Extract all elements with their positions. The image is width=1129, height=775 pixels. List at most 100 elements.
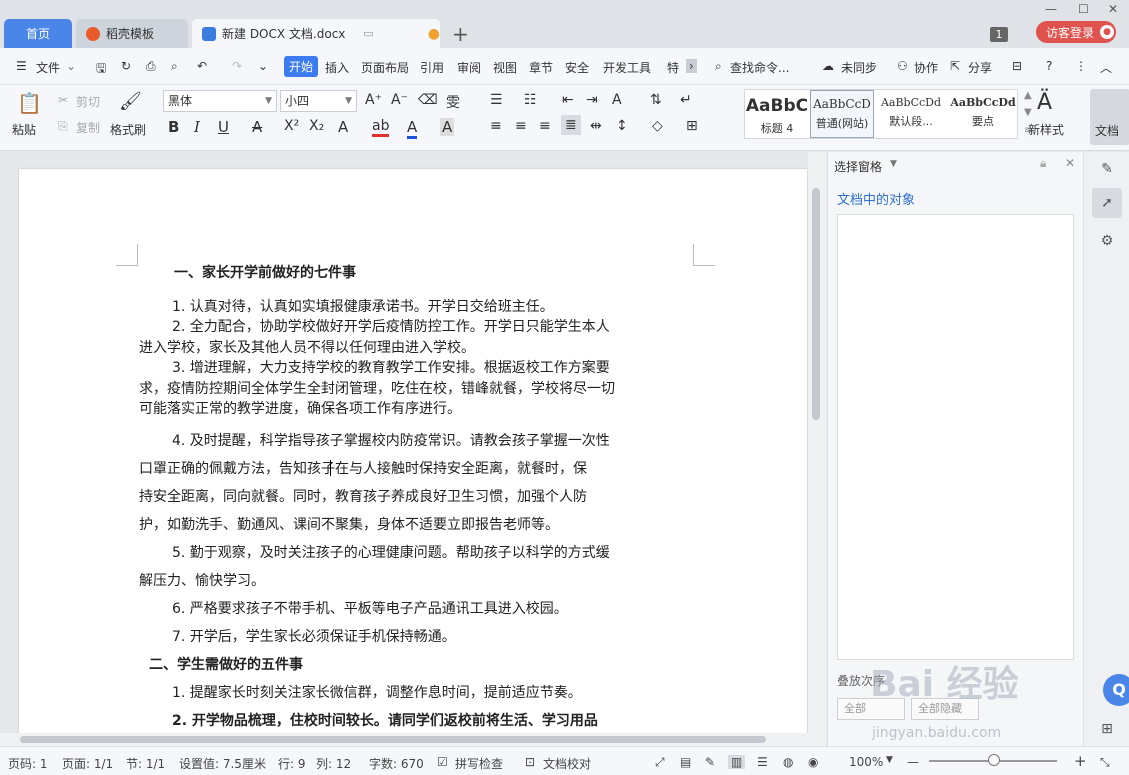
show-marks-icon[interactable]: ↵ xyxy=(680,92,692,108)
status-col[interactable]: 列: 12 xyxy=(316,755,351,772)
copy-button[interactable]: 复制 xyxy=(76,119,100,136)
align-center-icon[interactable]: ≡ xyxy=(515,118,527,134)
new-style-button[interactable]: 新样式 xyxy=(1028,121,1064,138)
menu-reference[interactable]: 引用 xyxy=(420,59,444,76)
collab-button[interactable]: 协作 xyxy=(914,59,938,76)
export-icon[interactable]: ↻ xyxy=(121,59,131,73)
monitor-icon[interactable]: ▭ xyxy=(363,27,373,40)
font-size-select[interactable]: 小四 ▼ xyxy=(280,90,357,112)
format-painter-icon[interactable]: 🖌 xyxy=(119,91,142,112)
edit-pen-icon[interactable]: ✎ xyxy=(1092,154,1122,184)
new-tab-button[interactable]: + xyxy=(452,22,469,46)
menu-developer[interactable]: 开发工具 xyxy=(603,59,651,76)
menu-special[interactable]: 特 xyxy=(667,59,679,76)
fullscreen-icon[interactable]: ⤢ xyxy=(655,755,665,770)
tab-home[interactable]: 首页 xyxy=(4,19,72,48)
horizontal-scroll-thumb[interactable] xyxy=(20,736,766,743)
quick-access-chevron-icon[interactable]: ⌄ xyxy=(258,59,268,73)
eye-protect-icon[interactable]: ◉ xyxy=(808,755,818,769)
menu-insert[interactable]: 插入 xyxy=(325,59,349,76)
status-wordcount[interactable]: 字数: 670 xyxy=(369,755,424,772)
assistant-icon[interactable]: Q xyxy=(1103,674,1129,706)
save-icon[interactable]: 🖫 xyxy=(96,59,106,80)
bullet-list-icon[interactable]: ☰ xyxy=(490,92,503,108)
zoom-level[interactable]: 100% xyxy=(849,755,883,769)
outline-view-icon[interactable]: ☰ xyxy=(757,755,768,769)
hamburger-icon[interactable]: ☰ xyxy=(16,59,27,73)
menu-layout[interactable]: 页面布局 xyxy=(361,59,409,76)
cut-button[interactable]: 剪切 xyxy=(76,93,100,110)
menu-start[interactable]: 开始 xyxy=(284,56,319,77)
tab-document[interactable]: 新建 DOCX 文档.docx ▭ ● xyxy=(192,19,440,48)
menu-security[interactable]: 安全 xyxy=(565,59,589,76)
increase-indent-icon[interactable]: ⇥ xyxy=(586,92,598,108)
styles-up-icon[interactable]: ▲ xyxy=(1024,90,1032,101)
doc-helper-button[interactable]: 文档 xyxy=(1090,89,1129,145)
superscript-icon[interactable]: X² xyxy=(284,118,299,134)
menu-file[interactable]: 文件 xyxy=(36,59,60,76)
objects-list[interactable] xyxy=(837,214,1074,660)
pane-title-chevron-icon[interactable]: ▼ xyxy=(890,159,897,169)
vertical-scroll-thumb[interactable] xyxy=(812,188,820,420)
apps-grid-icon[interactable]: ⊞ xyxy=(1092,714,1122,744)
distribute-icon[interactable]: ⇹ xyxy=(590,118,602,134)
help-icon[interactable]: ? xyxy=(1046,59,1052,73)
web-view-icon[interactable]: ◍ xyxy=(783,755,793,769)
selection-pane-title[interactable]: 选择窗格 xyxy=(834,158,882,175)
copy-icon[interactable]: ⎘ xyxy=(58,119,68,134)
doccheck-button[interactable]: 文档校对 xyxy=(543,755,591,772)
vertical-scrollbar[interactable] xyxy=(808,152,826,746)
status-setting[interactable]: 设置值: 7.5厘米 xyxy=(179,755,266,772)
style-normal-web[interactable]: AaBbCcD 普通(网站) xyxy=(810,90,874,138)
minimize-icon[interactable]: — xyxy=(1045,2,1057,16)
more-icon[interactable]: ⋮ xyxy=(1075,59,1087,73)
italic-icon[interactable]: I xyxy=(194,118,200,136)
menu-review[interactable]: 审阅 xyxy=(457,59,481,76)
sort-icon[interactable]: ⇅ xyxy=(650,92,662,108)
document-page[interactable]: 一、家长开学前做好的七件事 1. 认真对待，认真如实填报健康承诺书。开学日交给班… xyxy=(19,169,807,746)
text-direction-icon[interactable]: A xyxy=(612,92,622,108)
align-left-icon[interactable]: ≡ xyxy=(490,118,502,134)
close-window-icon[interactable]: ✕ xyxy=(1108,2,1118,16)
share-button[interactable]: 分享 xyxy=(968,59,992,76)
char-shading-icon[interactable]: A xyxy=(440,118,455,136)
borders-icon[interactable]: ⊞ xyxy=(686,118,698,134)
style-keypoint[interactable]: AaBbCcDd 要点 xyxy=(948,90,1018,138)
font-name-select[interactable]: 黑体 ▼ xyxy=(163,90,277,112)
style-heading4[interactable]: AaBbC 标题 4 xyxy=(745,90,809,138)
status-row[interactable]: 行: 9 xyxy=(278,755,306,772)
clear-format-icon[interactable]: ⌫ xyxy=(418,92,438,108)
subscript-icon[interactable]: X₂ xyxy=(309,118,324,134)
paste-button[interactable]: 粘贴 xyxy=(12,121,36,138)
pane-close-icon[interactable]: ✕ xyxy=(1065,156,1075,170)
styles-down-icon[interactable]: ▼ xyxy=(1024,107,1032,118)
reading-view-icon[interactable]: ▤ xyxy=(680,755,691,769)
font-color-icon[interactable]: A xyxy=(407,118,418,139)
zoom-in-icon[interactable]: + xyxy=(1074,752,1087,770)
adjust-settings-icon[interactable]: ⚙ xyxy=(1092,226,1122,256)
spellcheck-button[interactable]: 拼写检查 xyxy=(455,755,503,772)
menu-view[interactable]: 视图 xyxy=(493,59,517,76)
decrease-indent-icon[interactable]: ⇤ xyxy=(562,92,574,108)
select-pointer-icon[interactable]: ➚ xyxy=(1092,188,1122,218)
maximize-icon[interactable]: ☐ xyxy=(1078,2,1089,16)
toolbar-toggle-icon[interactable]: ⊟ xyxy=(1012,59,1022,73)
underline-icon[interactable]: U xyxy=(218,118,229,136)
paste-icon[interactable]: 📋 xyxy=(17,91,42,115)
zoom-chevron-icon[interactable]: ▼ xyxy=(886,755,893,765)
strikethrough-icon[interactable]: A xyxy=(252,118,262,136)
shrink-font-icon[interactable]: A⁻ xyxy=(391,92,408,108)
page-view-icon[interactable]: ▥ xyxy=(728,755,746,769)
fit-window-icon[interactable]: ⤡ xyxy=(1100,755,1110,770)
undo-icon[interactable]: ↶ xyxy=(197,59,207,73)
new-style-icon[interactable]: Ä xyxy=(1037,90,1052,115)
menu-more-arrow-icon[interactable]: › xyxy=(686,59,697,73)
numbered-list-icon[interactable]: ☷ xyxy=(524,92,537,108)
shading-icon[interactable]: ◇ xyxy=(652,118,663,134)
file-chevron-icon[interactable]: ⌄ xyxy=(66,59,76,73)
sync-status[interactable]: 未同步 xyxy=(841,59,877,76)
horizontal-scrollbar[interactable] xyxy=(0,733,826,746)
document-body[interactable]: 一、家长开学前做好的七件事 1. 认真对待，认真如实填报健康承诺书。开学日交给班… xyxy=(139,263,699,735)
pin-lock-icon[interactable]: 🔒︎ xyxy=(1040,156,1046,171)
window-count-badge[interactable]: 1 xyxy=(990,27,1008,42)
